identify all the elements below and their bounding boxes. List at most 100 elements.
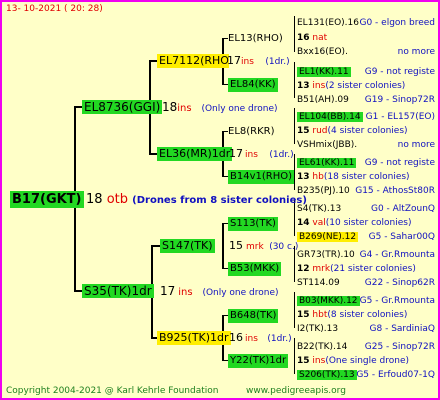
drone-note: (1dr.): [265, 57, 290, 67]
generation: 16: [229, 331, 243, 344]
mating-flag: ins: [312, 81, 326, 91]
g2-info: 16 ins (1dr.): [229, 331, 292, 346]
g4-origin: G15 - AthosSt80R: [355, 186, 435, 196]
generation: 17: [160, 284, 176, 298]
drone-note: (10 sister colonies): [325, 218, 412, 228]
g4-row: 13 ins(2 sister colonies): [297, 79, 405, 93]
g4-origin: G4 - Gr.Rmounta: [359, 250, 435, 260]
g4-row: 15 hbt(8 sister colonies): [297, 308, 407, 322]
g4-queen[interactable]: VSHmix(JBB).: [297, 140, 357, 150]
g3-node[interactable]: B648(TK): [228, 309, 279, 323]
g4-queen[interactable]: EL1(KK).11: [297, 67, 351, 77]
g4-queen[interactable]: EL104(BB).14: [297, 112, 363, 122]
g4-row: 14 val(10 sister colonies): [297, 216, 411, 230]
g2-node[interactable]: EL36(MR)1dr: [157, 147, 233, 161]
drone-note: (1dr.): [267, 334, 292, 344]
mating-flag: otb: [106, 192, 128, 207]
connector: [222, 223, 224, 269]
g4-queen[interactable]: B03(MKK).12: [297, 296, 360, 306]
g2-info: 17ins (1dr.): [227, 54, 290, 69]
g4-row: B269(NE).12 G5 - Sahar00Q: [297, 230, 435, 244]
g4-queen[interactable]: B22(TK).14: [297, 342, 347, 352]
g4-origin: G5 - Gr.Rmounta: [359, 296, 435, 306]
g4-queen[interactable]: B235(PJ).10: [297, 186, 350, 196]
g4-row: S206(TK).13 G5 - Erfoud07-1Q: [297, 368, 435, 382]
g4-row: EL131(EO).16 G0 - elgon breed: [297, 16, 435, 30]
g4-origin: G9 - not registe: [364, 67, 435, 77]
g4-queen[interactable]: B269(NE).12: [297, 232, 359, 242]
g4-queen[interactable]: Bxx16(EO).: [297, 47, 348, 57]
g3-node[interactable]: B53(MKK): [228, 262, 282, 276]
g3-node[interactable]: EL13(RHO): [226, 32, 285, 46]
g2-node[interactable]: EL7112(RHO): [157, 54, 229, 68]
drone-note: (One single drone): [325, 356, 409, 366]
g4-queen[interactable]: EL61(KK).11: [297, 158, 357, 168]
sire-node[interactable]: EL8736(GGI): [82, 100, 163, 114]
mating-flag: val: [312, 218, 326, 228]
connector: [294, 16, 295, 52]
connector: [294, 154, 295, 190]
mating-flag: ins: [178, 287, 193, 298]
generation: 15: [297, 356, 310, 366]
connector: [294, 292, 295, 328]
g4-queen[interactable]: I2(TK).13: [297, 324, 338, 334]
generation: 18: [86, 192, 103, 207]
drone-note: (30 c.): [269, 242, 299, 252]
g4-row: S4(TK).13 G0 - AltZounQ: [297, 202, 435, 216]
g2-node[interactable]: B925(TK)1dr: [157, 331, 231, 345]
generation: 13: [297, 172, 310, 182]
g4-row: EL104(BB).14 G1 - EL157(EO): [297, 110, 435, 124]
site-link[interactable]: www.pedigreeapis.org: [246, 384, 346, 398]
g4-origin: G0 - elgon breed: [359, 18, 436, 28]
g4-row: B235(PJ).10 G15 - AthosSt80R: [297, 184, 435, 198]
connector: [294, 62, 295, 98]
sire-info: 18ins (Only one drone): [162, 100, 278, 116]
g3-node[interactable]: Y22(TK)1dr: [228, 354, 289, 368]
drone-note: (1dr.): [269, 150, 294, 160]
generation: 18: [162, 100, 178, 114]
g4-origin: no more: [397, 140, 435, 150]
g4-queen[interactable]: GR73(TR).10: [297, 250, 355, 260]
drone-note: (Drones from 8 sister colonies): [132, 195, 307, 206]
g4-row: EL1(KK).11 G9 - not registe: [297, 65, 435, 79]
copyright: Copyright 2004-2021 @ Karl Kehrle Founda…: [6, 386, 219, 396]
g4-row: B22(TK).14 G25 - Sinop72R: [297, 340, 435, 354]
g4-queen[interactable]: EL131(EO).16: [297, 18, 359, 28]
g4-row: 15 ins(One single drone): [297, 354, 409, 368]
g3-node[interactable]: EL84(KK): [228, 78, 278, 92]
drone-note: (Only one drone): [202, 288, 279, 298]
mating-flag: ins: [177, 103, 192, 114]
generation: 15: [297, 126, 310, 136]
g4-origin: G22 - Sinop62R: [364, 278, 435, 288]
drone-note: (21 sister colonies): [330, 264, 416, 274]
mating-flag: hbt: [312, 310, 328, 320]
g2-node[interactable]: S147(TK): [160, 239, 215, 253]
g4-queen[interactable]: B51(AH).09: [297, 95, 349, 105]
root-node[interactable]: B17(GKT): [10, 191, 84, 208]
g4-queen[interactable]: S4(TK).13: [297, 204, 341, 214]
g4-origin: G5 - Sahar00Q: [368, 232, 435, 242]
mating-flag: ins: [312, 356, 326, 366]
g4-row: Bxx16(EO). no more: [297, 45, 435, 59]
g4-row: EL61(KK).11 G9 - not registe: [297, 156, 435, 170]
root-info: 18 otb (Drones from 8 sister colonies): [86, 191, 307, 209]
g2-info: 15 mrk (30 c.): [229, 239, 298, 254]
mating-flag: nat: [312, 33, 328, 43]
g4-origin: G8 - SardiniaQ: [369, 324, 435, 334]
connector: [151, 245, 160, 247]
g3-node[interactable]: S113(TK): [228, 217, 278, 231]
drone-note: (2 sister colonies): [325, 81, 406, 91]
dam-node[interactable]: S35(TK)1dr: [82, 284, 154, 298]
g4-queen[interactable]: ST114.09: [297, 278, 340, 288]
g4-row: 12 mrk(21 sister colonies): [297, 262, 416, 276]
g4-queen[interactable]: S206(TK).13: [297, 370, 357, 380]
generation: 15: [229, 239, 243, 252]
drone-note: (Only one drone): [201, 104, 278, 114]
drone-note: (8 sister colonies): [327, 310, 408, 320]
g3-node[interactable]: B14v1(RHO): [228, 170, 295, 184]
mating-flag: rud: [312, 126, 328, 136]
g3-node[interactable]: EL8(RKR): [226, 125, 277, 139]
mating-flag: mrk: [312, 264, 331, 274]
g4-row: VSHmix(JBB). no more: [297, 138, 435, 152]
generation: 12: [297, 264, 310, 274]
